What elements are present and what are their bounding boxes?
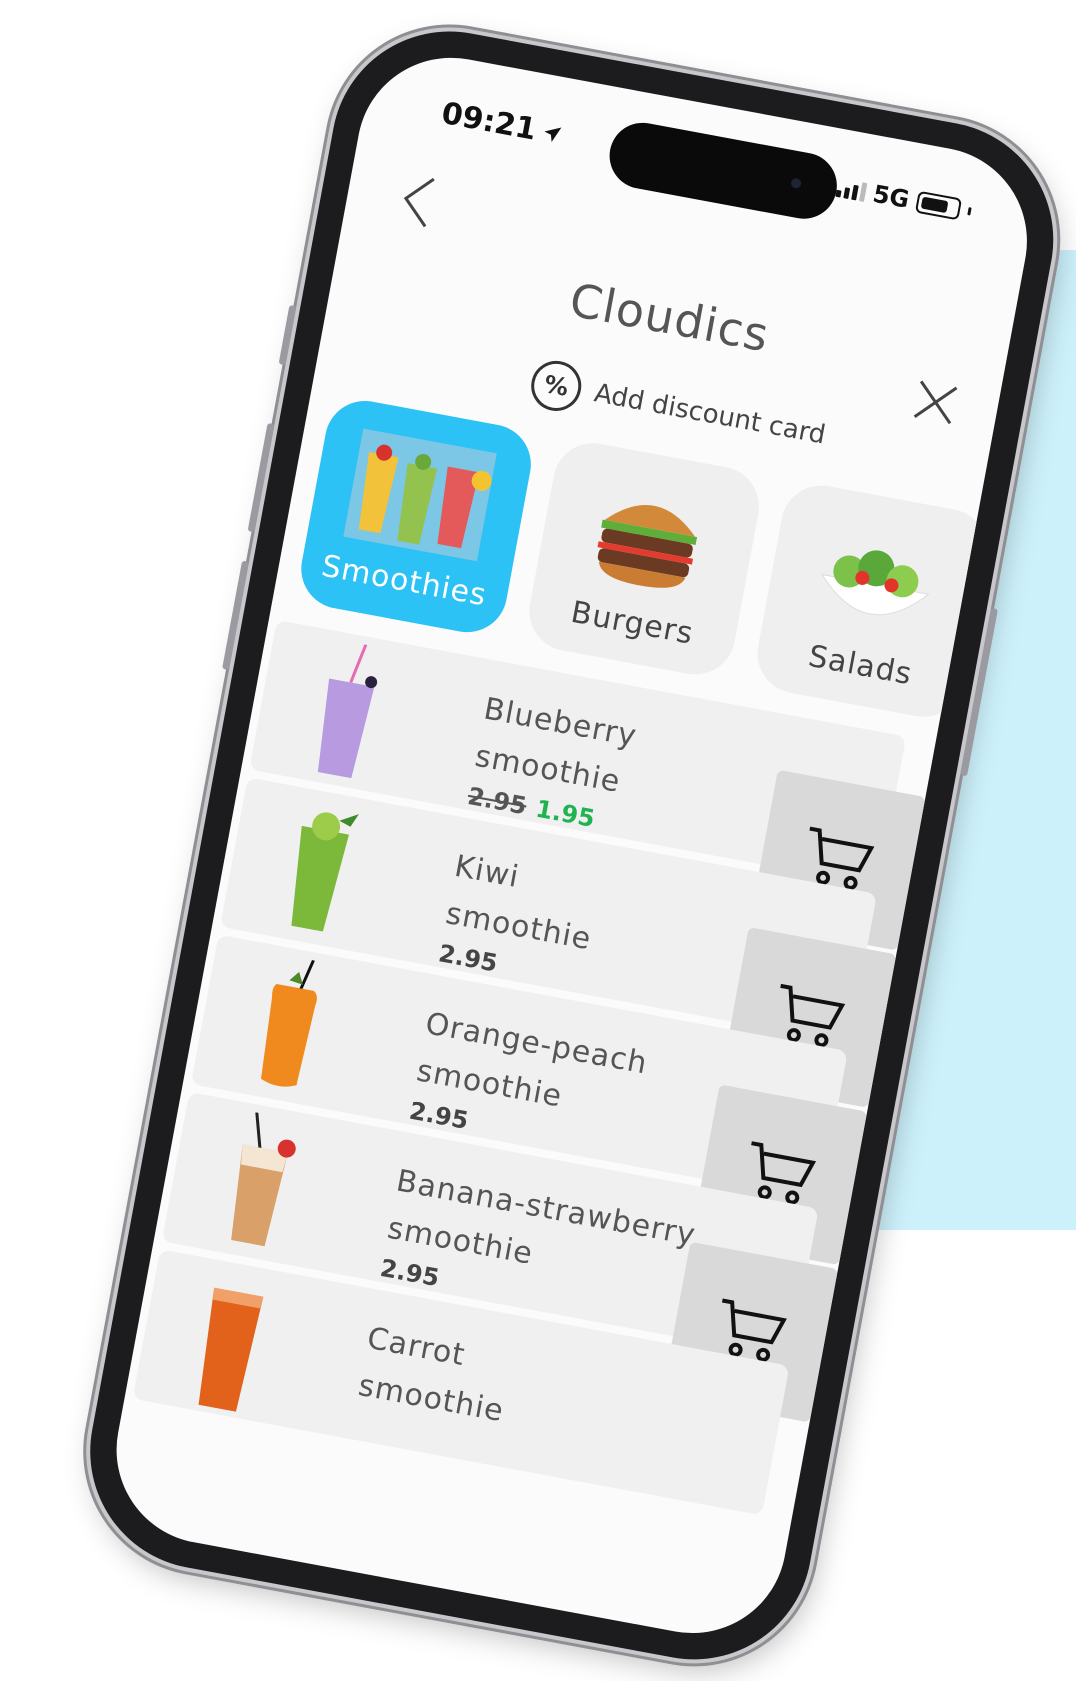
percent-icon: %	[527, 356, 586, 416]
status-indicators: 5G	[834, 173, 973, 225]
volume-up-button	[247, 422, 275, 533]
battery-icon	[914, 190, 963, 221]
status-time: 09:21	[439, 96, 565, 153]
orange-peach-smoothie-image	[261, 959, 317, 1087]
network-label: 5G	[870, 179, 912, 214]
product-list: Blueberry smoothie 2.95 1.95 Kiwi smooth…	[123, 618, 935, 1528]
blueberry-smoothie-image	[317, 644, 378, 779]
category-label: Burgers	[568, 594, 697, 652]
burger-image	[597, 505, 698, 588]
category-burgers[interactable]: Burgers	[522, 436, 766, 682]
kiwi-smoothie-image	[291, 812, 359, 932]
app-screen: 09:21 5G Cloudics % Add discount card Sm…	[101, 42, 1043, 1649]
banana-strawberry-smoothie-image	[231, 1112, 296, 1247]
product-name: Carrot smoothie	[355, 1320, 507, 1430]
category-smoothies[interactable]: Smoothies	[294, 394, 538, 639]
back-chevron-icon[interactable]	[393, 167, 443, 233]
smoothies-image	[343, 428, 497, 562]
carrot-smoothie-image	[198, 1287, 264, 1412]
action-button	[278, 304, 297, 366]
dynamic-island	[604, 117, 843, 225]
phone-frame: 09:21 5G Cloudics % Add discount card Sm…	[70, 12, 1073, 1679]
category-salads[interactable]: Salads	[750, 478, 994, 724]
close-icon[interactable]	[910, 377, 961, 428]
status-time-text: 09:21	[438, 95, 540, 148]
volume-down-button	[222, 560, 250, 671]
category-label: Salads	[805, 638, 916, 693]
phone-mockup: 09:21 5G Cloudics % Add discount card Sm…	[70, 12, 1073, 1679]
location-arrow-icon	[543, 126, 561, 142]
signal-icon	[835, 177, 868, 202]
discount-label: Add discount card	[591, 378, 828, 451]
page-title: Cloudics	[565, 272, 774, 363]
salad-image	[821, 550, 930, 616]
